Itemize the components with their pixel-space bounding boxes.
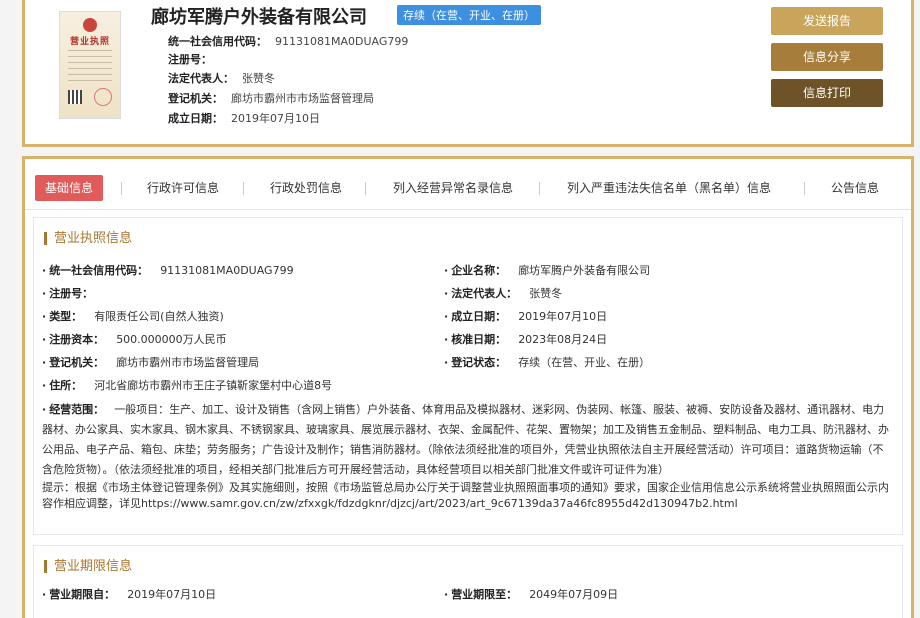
print-info-button[interactable]: 信息打印 <box>771 79 883 107</box>
company-name: 廊坊军腾户外装备有限公司 <box>151 7 367 28</box>
field-reg-status: 登记状态： 存续（在营、开业、在册） <box>444 354 650 370</box>
field-key: 类型： <box>42 310 82 323</box>
tab-admin-penalty[interactable]: 行政处罚信息 <box>270 175 342 201</box>
field-value: 2023年08月24日 <box>518 333 608 346</box>
header-reg-authority: 登记机关： 廊坊市霸州市市场监督管理局 <box>168 90 374 106</box>
section-title: 营业期限信息 <box>44 560 132 573</box>
tab-announcements[interactable]: 公告信息 <box>831 175 879 201</box>
field-est-date: 成立日期： 2019年07月10日 <box>444 308 607 324</box>
header-field-key: 法定代表人： <box>168 72 234 85</box>
tab-divider <box>121 182 122 195</box>
field-key: 统一社会信用代码： <box>42 264 148 277</box>
tab-divider <box>243 182 244 195</box>
field-value: 2049年07月09日 <box>529 588 619 601</box>
header-reg-number: 注册号： <box>168 51 220 67</box>
national-emblem-icon <box>83 18 97 32</box>
tab-admin-license[interactable]: 行政许可信息 <box>147 175 219 201</box>
info-tabs: 基础信息 行政许可信息 行政处罚信息 列入经营异常名录信息 列入严重违法失信名单… <box>25 175 911 201</box>
field-reg-authority: 登记机关： 廊坊市霸州市市场监督管理局 <box>42 354 259 370</box>
field-value: 2019年07月10日 <box>127 588 217 601</box>
header-field-key: 注册号： <box>168 53 212 66</box>
field-key: 企业名称： <box>444 264 506 277</box>
header-field-key: 统一社会信用代码： <box>168 35 267 48</box>
field-value: 500.000000万人民币 <box>116 333 227 346</box>
field-value: 河北省廊坊市霸州市王庄子镇靳家堡村中心道8号 <box>94 379 333 392</box>
header-field-value: 张赞冬 <box>242 72 275 85</box>
field-value: 廊坊市霸州市市场监督管理局 <box>116 356 260 369</box>
field-address: 住所： 河北省廊坊市霸州市王庄子镇靳家堡村中心道8号 <box>42 377 332 393</box>
field-value: 有限责任公司(自然人独资) <box>94 310 224 323</box>
tab-underline <box>25 209 911 210</box>
business-period-section: 营业期限信息 营业期限自： 2019年07月10日 营业期限至： 2049年07月0… <box>33 545 903 618</box>
field-approval-date: 核准日期： 2023年08月24日 <box>444 331 607 347</box>
license-thumbnail-title: 营业执照 <box>69 37 110 47</box>
section-title: 营业执照信息 <box>44 232 132 245</box>
field-company-name: 企业名称： 廊坊军腾户外装备有限公司 <box>444 262 650 278</box>
notice-tip: 提示：根据《市场主体登记管理条例》及其实施细则，按照《市场监管总局办公厅关于调整… <box>42 481 889 510</box>
field-value: 91131081MA0DUAG799 <box>160 264 294 277</box>
field-value: 廊坊军腾户外装备有限公司 <box>518 264 651 277</box>
field-key: 法定代表人： <box>444 287 517 300</box>
field-registered-capital: 注册资本： 500.000000万人民币 <box>42 331 227 347</box>
field-key: 营业期限自： <box>42 588 115 601</box>
header-field-value: 廊坊市霸州市市场监督管理局 <box>231 92 374 105</box>
license-info-section: 营业执照信息 统一社会信用代码：91131081MA0DUAG799 注册号： … <box>33 217 903 535</box>
field-period-from: 营业期限自： 2019年07月10日 <box>42 586 216 602</box>
field-key: 经营范围： <box>42 403 104 416</box>
tab-blacklist[interactable]: 列入严重违法失信名单（黑名单）信息 <box>567 175 771 201</box>
header-legal-rep: 法定代表人： 张赞冬 <box>168 70 275 86</box>
header-field-value: 91131081MA0DUAG799 <box>275 35 409 48</box>
status-badge: 存续（在营、开业、在册） <box>397 5 541 25</box>
field-reg-number: 注册号： <box>42 285 105 301</box>
field-key: 登记机关： <box>42 356 104 369</box>
field-credit-code: 统一社会信用代码： 91131081MA0DUAG799 <box>42 262 294 278</box>
share-info-button[interactable]: 信息分享 <box>771 43 883 71</box>
company-header-panel: 营业执照 廊坊军腾户外装备有限公司 存续（在营、开业、在册） 统一社会信用代码：… <box>22 0 914 147</box>
business-scope: 经营范围：一般项目：生产、加工、设计及销售（含网上销售）户外装备、体育用品及模拟… <box>42 400 894 480</box>
field-key: 注册号： <box>42 287 93 300</box>
field-key: 核准日期： <box>444 333 506 346</box>
tab-divider <box>365 182 366 195</box>
tab-divider <box>539 182 540 195</box>
qr-code-icon <box>68 90 82 104</box>
company-detail-panel: 基础信息 行政许可信息 行政处罚信息 列入经营异常名录信息 列入严重违法失信名单… <box>22 156 914 618</box>
seal-icon <box>94 88 112 106</box>
license-text-lines <box>68 50 112 86</box>
header-field-key: 成立日期： <box>168 112 223 125</box>
tab-abnormal-list[interactable]: 列入经营异常名录信息 <box>393 175 513 201</box>
header-field-key: 登记机关： <box>168 92 223 105</box>
field-key: 住所： <box>42 379 82 392</box>
business-license-thumbnail[interactable]: 营业执照 <box>59 11 121 119</box>
field-value: 存续（在营、开业、在册） <box>518 356 651 369</box>
header-credit-code: 统一社会信用代码： 91131081MA0DUAG799 <box>168 33 408 49</box>
header-field-value: 2019年07月10日 <box>231 112 320 125</box>
field-key: 注册资本： <box>42 333 104 346</box>
business-scope-text: 一般项目：生产、加工、设计及销售（含网上销售）户外装备、体育用品及模拟器材、迷彩… <box>42 403 889 476</box>
tab-basic-info[interactable]: 基础信息 <box>35 175 104 201</box>
field-key: 营业期限至： <box>444 588 517 601</box>
header-est-date: 成立日期： 2019年07月10日 <box>168 110 320 126</box>
field-company-type: 类型： 有限责任公司(自然人独资) <box>42 308 224 324</box>
send-report-button[interactable]: 发送报告 <box>771 7 883 35</box>
tab-divider <box>804 182 805 195</box>
field-key: 成立日期： <box>444 310 506 323</box>
field-value: 张赞冬 <box>529 287 563 300</box>
field-period-to: 营业期限至： 2049年07月09日 <box>444 586 618 602</box>
field-value: 2019年07月10日 <box>518 310 608 323</box>
field-key: 登记状态： <box>444 356 506 369</box>
field-legal-rep: 法定代表人： 张赞冬 <box>444 285 562 301</box>
